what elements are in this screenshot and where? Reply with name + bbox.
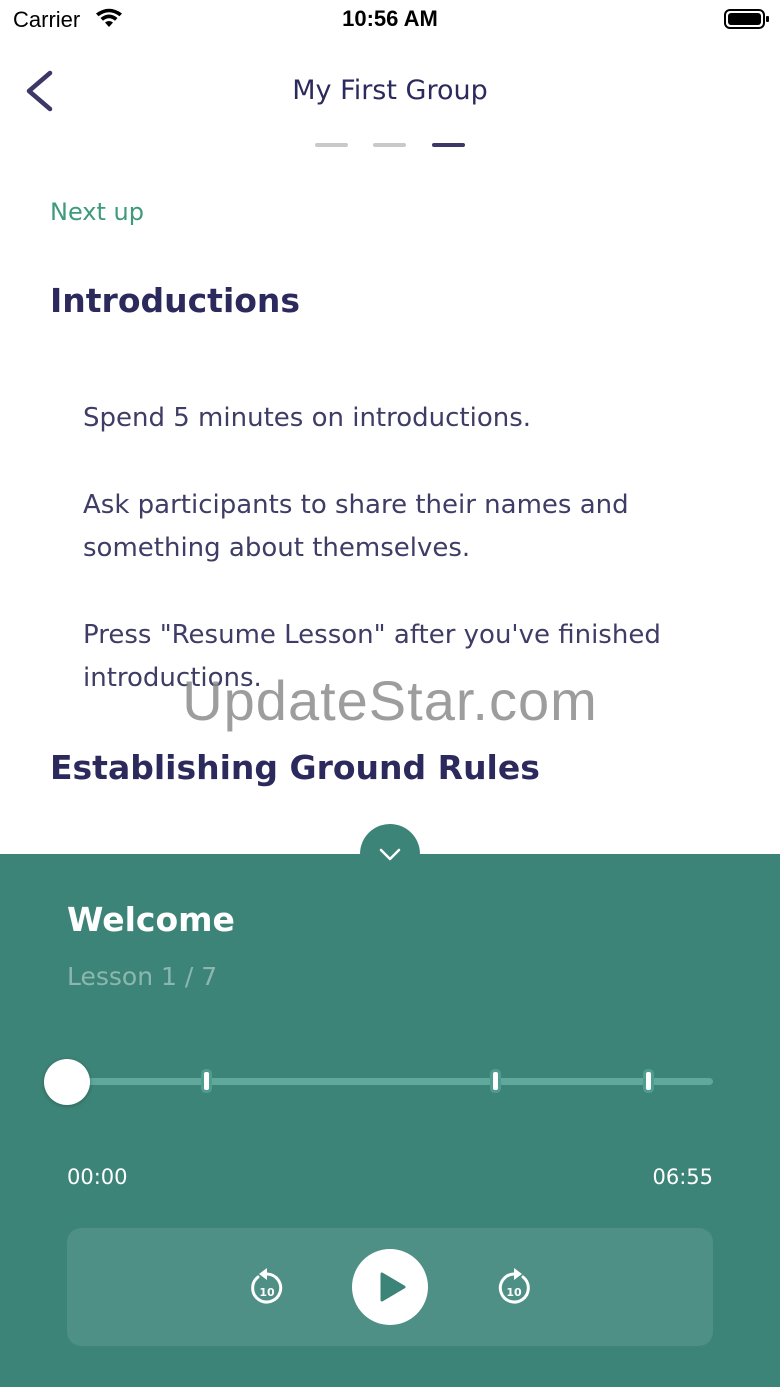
lesson-count: Lesson 1 / 7 bbox=[67, 962, 218, 991]
play-button[interactable] bbox=[352, 1249, 428, 1325]
page-indicator-dot bbox=[373, 143, 406, 147]
play-icon bbox=[380, 1272, 406, 1302]
section-title: Establishing Ground Rules bbox=[50, 748, 540, 787]
page-indicator-dot bbox=[315, 143, 348, 147]
time-total: 06:55 bbox=[652, 1165, 713, 1189]
replay-10-icon: 10 bbox=[251, 1268, 283, 1304]
next-up-label: Next up bbox=[50, 198, 144, 226]
page-indicator-dot-active bbox=[432, 143, 465, 147]
page-title: My First Group bbox=[292, 75, 488, 106]
page-indicator bbox=[315, 143, 465, 149]
clock: 10:56 AM bbox=[342, 6, 438, 31]
chevron-down-icon bbox=[379, 848, 401, 861]
chapter-marker bbox=[493, 1072, 498, 1090]
playback-controls: 10 10 bbox=[67, 1228, 713, 1346]
audio-player-panel: Welcome Lesson 1 / 7 00:00 06:55 10 10 bbox=[0, 854, 780, 1387]
status-bar: Carrier 10:56 AM bbox=[0, 0, 780, 40]
progress-thumb[interactable] bbox=[44, 1059, 90, 1105]
forward-10-icon: 10 bbox=[498, 1268, 530, 1304]
rewind-10-button[interactable]: 10 bbox=[247, 1266, 287, 1308]
section-paragraph: Ask participants to share their names an… bbox=[83, 490, 629, 563]
progress-track[interactable] bbox=[67, 1078, 713, 1085]
battery-icon bbox=[724, 9, 769, 29]
chapter-marker bbox=[204, 1072, 209, 1090]
section-title: Introductions bbox=[50, 281, 301, 320]
svg-text:10: 10 bbox=[259, 1286, 275, 1299]
lesson-title: Welcome bbox=[67, 900, 235, 939]
svg-text:10: 10 bbox=[506, 1286, 522, 1299]
forward-10-button[interactable]: 10 bbox=[494, 1266, 534, 1308]
chapter-marker bbox=[646, 1072, 651, 1090]
collapse-player-button[interactable] bbox=[360, 824, 420, 884]
watermark: UpdateStar.com bbox=[182, 669, 598, 732]
time-current: 00:00 bbox=[67, 1165, 128, 1189]
section-paragraph: Spend 5 minutes on introductions. bbox=[83, 403, 532, 433]
